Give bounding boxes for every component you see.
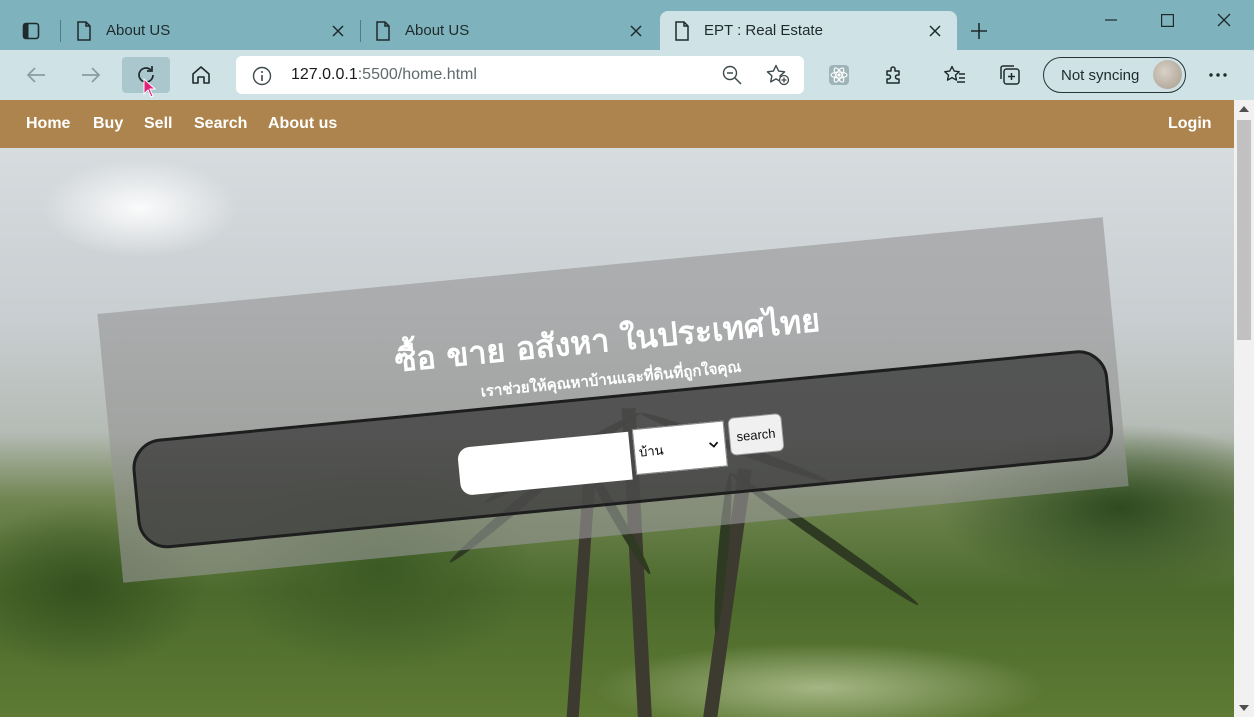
close-icon	[630, 24, 642, 37]
react-devtools-icon	[829, 65, 849, 85]
scroll-thumb[interactable]	[1237, 120, 1251, 340]
zoom-out-icon[interactable]	[722, 65, 742, 85]
tab-title: About US	[405, 22, 470, 39]
puzzle-icon	[886, 66, 900, 84]
favorites-button[interactable]	[937, 57, 973, 93]
close-icon	[332, 24, 344, 37]
property-type-select[interactable]: บ้าน	[631, 420, 728, 476]
scroll-up-arrow[interactable]	[1239, 106, 1249, 112]
minimize-icon	[1105, 19, 1117, 21]
extensions-button[interactable]	[876, 57, 912, 93]
home-icon	[192, 66, 210, 84]
browser-toolbar: 127.0.0.1:5500/home.html Not syncing	[0, 50, 1254, 100]
back-arrow-icon	[26, 67, 45, 83]
chevron-down-icon	[708, 441, 719, 448]
more-menu-button[interactable]	[1200, 57, 1236, 93]
forward-button[interactable]	[73, 57, 109, 93]
collections-button[interactable]	[992, 57, 1028, 93]
favorites-icon	[944, 65, 965, 83]
star-add-icon[interactable]	[766, 64, 790, 86]
tab-title: About US	[106, 22, 171, 39]
forward-arrow-icon	[82, 67, 101, 83]
collections-icon	[1000, 65, 1020, 85]
property-type-value: บ้าน	[638, 442, 665, 461]
avatar	[1153, 60, 1182, 89]
url-path: :5500/home.html	[357, 66, 477, 83]
nav-buy[interactable]: Buy	[93, 115, 123, 133]
new-tab-button[interactable]	[964, 16, 994, 46]
home-button[interactable]	[183, 57, 219, 93]
plus-icon	[971, 23, 987, 39]
tab-about-us-2[interactable]: About US	[361, 11, 658, 50]
maximize-icon	[1160, 13, 1174, 27]
browser-titlebar: About US About US EPT : Real Estate	[0, 0, 1254, 50]
tab-title: EPT : Real Estate	[704, 22, 823, 39]
tab-actions-button[interactable]	[14, 14, 48, 48]
address-bar[interactable]: 127.0.0.1:5500/home.html	[236, 56, 804, 94]
page-icon	[675, 20, 689, 41]
page-icon	[77, 20, 91, 41]
tab-actions-icon	[22, 22, 40, 40]
page-scrollbar[interactable]	[1234, 100, 1254, 717]
tab-ept-real-estate[interactable]: EPT : Real Estate	[660, 11, 957, 50]
nav-search[interactable]: Search	[194, 115, 247, 133]
url-text[interactable]: 127.0.0.1:5500/home.html	[291, 66, 477, 84]
minimize-button[interactable]	[1083, 0, 1139, 40]
page-viewport: Home Buy Sell Search About us Login ซื้อ…	[0, 100, 1234, 717]
url-host: 127.0.0.1	[291, 66, 358, 83]
close-icon	[1217, 13, 1231, 27]
search-button[interactable]: search	[727, 412, 785, 456]
profile-button[interactable]: Not syncing	[1043, 57, 1186, 93]
close-icon	[929, 24, 941, 37]
tab-close-button[interactable]	[626, 21, 646, 41]
page-icon	[376, 20, 390, 41]
tab-close-button[interactable]	[925, 21, 945, 41]
profile-label: Not syncing	[1061, 66, 1140, 84]
react-devtools-button[interactable]	[821, 57, 857, 93]
maximize-button[interactable]	[1139, 0, 1195, 40]
mouse-cursor-icon	[143, 78, 157, 98]
back-button[interactable]	[18, 57, 54, 93]
nav-home[interactable]: Home	[26, 115, 70, 133]
close-window-button[interactable]	[1196, 0, 1252, 40]
info-icon[interactable]	[252, 66, 272, 86]
tab-about-us-1[interactable]: About US	[62, 11, 360, 50]
site-navbar: Home Buy Sell Search About us Login	[0, 100, 1234, 148]
nav-about-us[interactable]: About us	[268, 115, 337, 133]
nav-sell[interactable]: Sell	[144, 115, 172, 133]
more-icon	[1209, 73, 1227, 77]
nav-login[interactable]: Login	[1168, 115, 1212, 133]
tab-close-button[interactable]	[328, 21, 348, 41]
scroll-down-arrow[interactable]	[1239, 705, 1249, 711]
tab-separator	[60, 20, 61, 42]
